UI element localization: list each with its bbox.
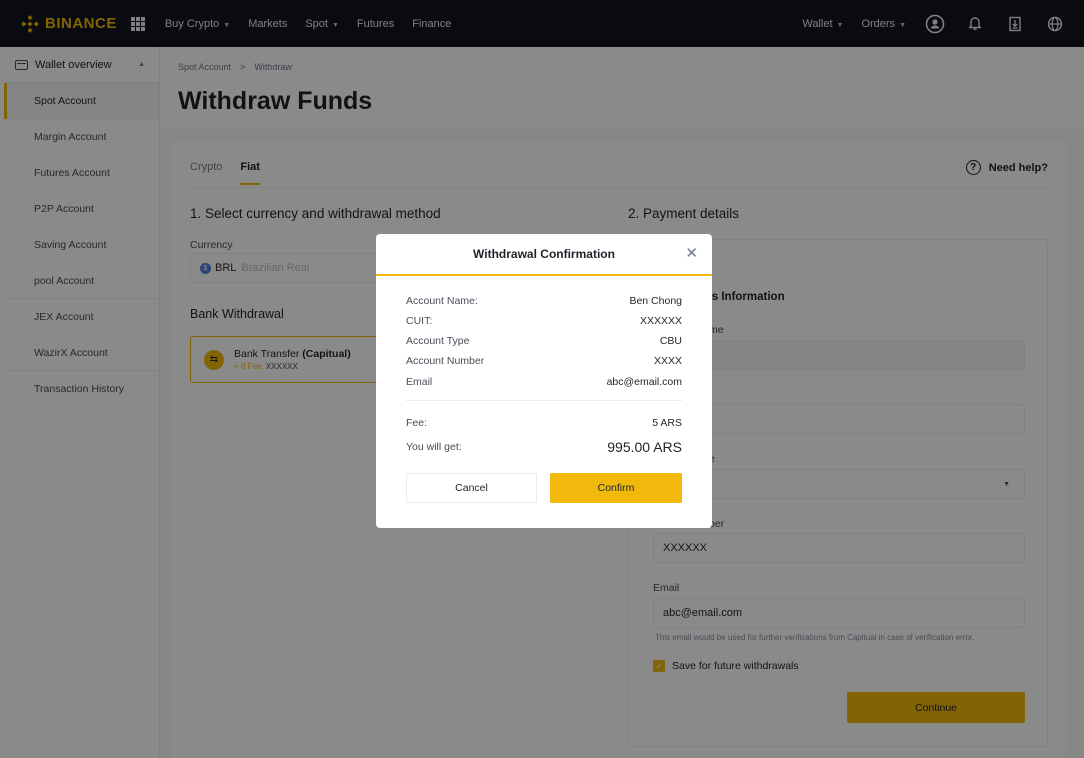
modal-title: Withdrawal Confirmation (473, 247, 615, 261)
row-account-name: Account Name: Ben Chong (406, 295, 682, 307)
close-icon[interactable]: ✕ (685, 244, 698, 262)
row-email: Email abc@email.com (406, 376, 682, 388)
row-account-type: Account Type CBU (406, 335, 682, 347)
row-fee: Fee: 5 ARS (406, 417, 682, 429)
withdrawal-confirmation-modal: Withdrawal Confirmation ✕ Account Name: B… (376, 234, 712, 528)
row-account-number: Account Number XXXX (406, 355, 682, 367)
confirm-button[interactable]: Confirm (550, 473, 682, 503)
row-you-will-get: You will get: 995.00 ARS (406, 439, 682, 455)
cancel-button[interactable]: Cancel (406, 473, 537, 503)
row-cuit: CUIT: XXXXXX (406, 315, 682, 327)
modal-divider (406, 400, 682, 401)
